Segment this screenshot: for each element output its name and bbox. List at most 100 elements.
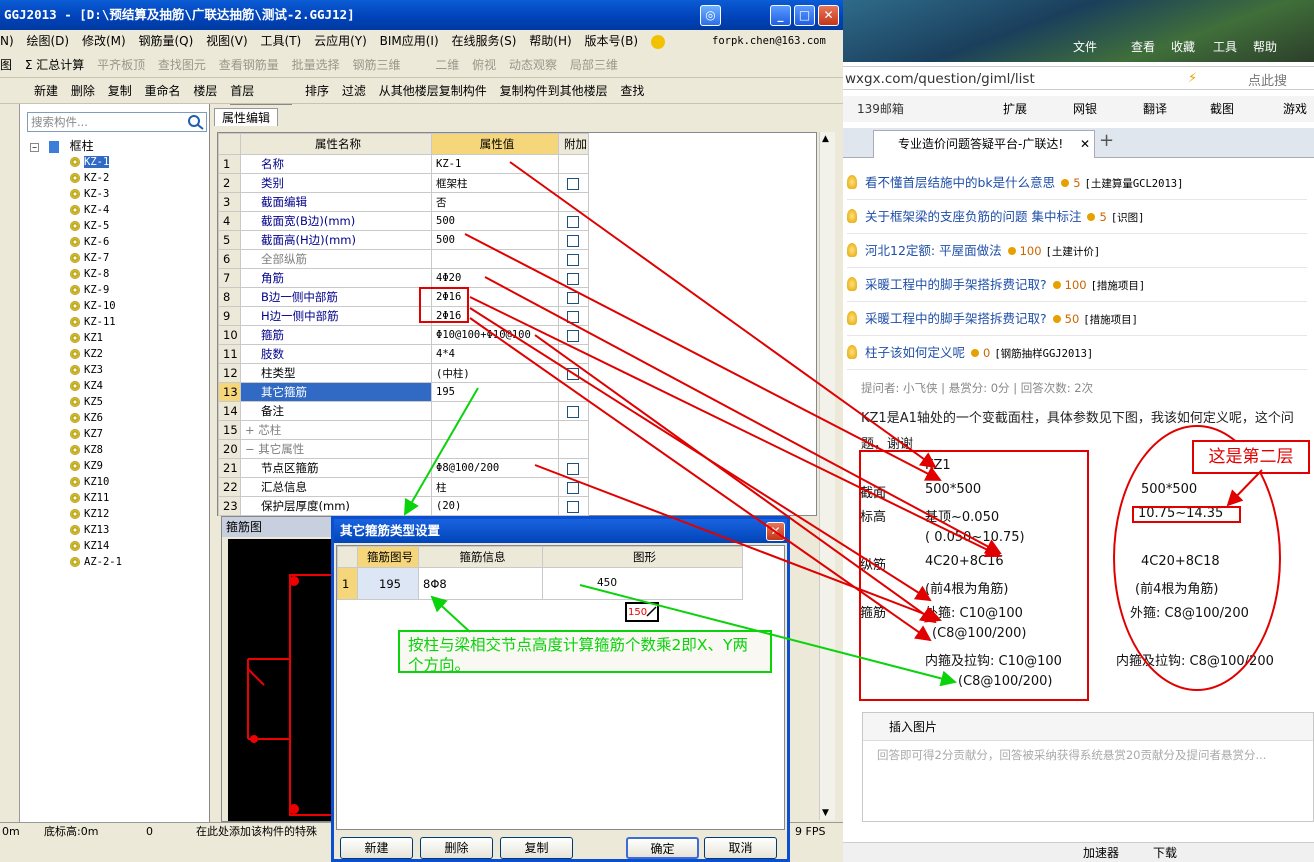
- answer-editor[interactable]: 插入图片 回答即可得2分贡献分，回答被采纳获得系统悬赏20贡献分及提问者悬赏分.…: [862, 712, 1314, 822]
- scroll-down-icon[interactable]: ▼: [822, 808, 829, 818]
- tree-item[interactable]: KZ-5: [30, 218, 208, 234]
- menu-cloud[interactable]: 云应用(Y): [314, 34, 367, 48]
- view-rebar-qty-button[interactable]: 查看钢筋量: [219, 58, 279, 72]
- menu-rebar[interactable]: 钢筋量(Q): [138, 34, 193, 48]
- bm-ext[interactable]: 扩展: [1003, 96, 1027, 122]
- address-bar[interactable]: wxgx.com/question/giml/list ⚡ 点此搜: [843, 66, 1314, 90]
- minimize-button[interactable]: _: [770, 5, 791, 26]
- menu-tools[interactable]: 工具(T): [261, 34, 302, 48]
- question-item[interactable]: 关于框架梁的支座负筋的问题 集中标注 5 [识图]: [847, 200, 1307, 234]
- property-value[interactable]: KZ-1: [431, 154, 559, 174]
- tree-item[interactable]: KZ12: [30, 506, 208, 522]
- tab-property-edit[interactable]: 属性编辑: [214, 108, 278, 126]
- rebar-3d-button[interactable]: 钢筋三维: [352, 58, 400, 72]
- menu-help[interactable]: 帮助(H): [529, 34, 571, 48]
- property-row[interactable]: 1 名称 KZ-1: [218, 154, 589, 174]
- extra-checkbox[interactable]: [567, 329, 579, 342]
- property-value[interactable]: [431, 439, 559, 459]
- property-row[interactable]: 15 + 芯柱: [218, 420, 589, 440]
- property-row[interactable]: 7 角筋 4Φ20: [218, 268, 589, 288]
- accelerator-button[interactable]: 加速器: [1083, 843, 1119, 862]
- property-value[interactable]: [431, 249, 559, 269]
- property-row[interactable]: 5 截面高(H边)(mm) 500: [218, 230, 589, 250]
- extra-checkbox[interactable]: [567, 253, 579, 266]
- property-row[interactable]: 11 肢数 4*4: [218, 344, 589, 364]
- help-icon[interactable]: ◎: [700, 5, 721, 26]
- menu-file[interactable]: N): [0, 34, 14, 48]
- tree-item[interactable]: KZ7: [30, 426, 208, 442]
- property-value[interactable]: 框架柱: [431, 173, 559, 193]
- align-slab-top-button[interactable]: 平齐板顶: [97, 58, 145, 72]
- search-engine-select[interactable]: 点此搜: [1248, 70, 1287, 89]
- menu-online[interactable]: 在线服务(S): [451, 34, 516, 48]
- tree-root[interactable]: − 框柱: [30, 138, 208, 154]
- extra-checkbox[interactable]: [567, 310, 579, 323]
- property-row[interactable]: 10 箍筋 Φ10@100+Φ10@100: [218, 325, 589, 345]
- tree-item[interactable]: KZ6: [30, 410, 208, 426]
- copy-to-floor-button[interactable]: 复制构件到其他楼层: [500, 84, 608, 98]
- question-item[interactable]: 看不懂首层结施中的bk是什么意思 5 [土建算量GCL2013]: [847, 166, 1307, 200]
- b-menu-help[interactable]: 帮助: [1253, 36, 1277, 58]
- question-link[interactable]: 看不懂首层结施中的bk是什么意思: [865, 175, 1055, 190]
- property-row[interactable]: 2 类别 框架柱: [218, 173, 589, 193]
- property-row[interactable]: 4 截面宽(B边)(mm) 500: [218, 211, 589, 231]
- property-row[interactable]: 9 H边一侧中部筋 2Φ16: [218, 306, 589, 326]
- extra-checkbox[interactable]: [567, 462, 579, 475]
- question-link[interactable]: 关于框架梁的支座负筋的问题 集中标注: [865, 209, 1081, 224]
- tree-item[interactable]: KZ4: [30, 378, 208, 394]
- property-value[interactable]: 195: [431, 382, 559, 402]
- tree-item[interactable]: KZ10: [30, 474, 208, 490]
- bm-mail[interactable]: 139邮箱: [857, 96, 904, 122]
- bm-bank[interactable]: 网银: [1073, 96, 1097, 122]
- property-row[interactable]: 22 汇总信息柱: [218, 477, 589, 497]
- dlg-delete-button[interactable]: 删除: [420, 837, 493, 859]
- property-row[interactable]: 6 全部纵筋: [218, 249, 589, 269]
- dlg-cell-shape[interactable]: 450: [542, 567, 743, 600]
- b-menu-tools[interactable]: 工具: [1213, 36, 1237, 58]
- filter-button[interactable]: 过滤: [342, 84, 366, 98]
- new-tab-button[interactable]: +: [1099, 130, 1114, 151]
- tree-item[interactable]: KZ-7: [30, 250, 208, 266]
- find-button[interactable]: 查找: [620, 84, 644, 98]
- property-row[interactable]: 23 保护层厚度(mm) (20): [218, 496, 589, 516]
- b-menu-file[interactable]: 文件: [1073, 36, 1097, 58]
- tree-item[interactable]: KZ-8: [30, 266, 208, 282]
- tree-item[interactable]: KZ2: [30, 346, 208, 362]
- collapse-icon[interactable]: −: [30, 143, 39, 152]
- tree-item[interactable]: KZ1: [30, 330, 208, 346]
- extra-checkbox[interactable]: [567, 272, 579, 285]
- property-value[interactable]: [431, 401, 559, 421]
- bm-translate[interactable]: 翻译: [1143, 96, 1167, 122]
- menu-version[interactable]: 版本号(B): [584, 34, 638, 48]
- dialog-close-button[interactable]: ✕: [766, 522, 785, 541]
- dlg-ok-button[interactable]: 确定: [626, 837, 699, 859]
- b-menu-view[interactable]: 查看: [1131, 36, 1155, 58]
- maximize-button[interactable]: □: [794, 5, 815, 26]
- tree-item[interactable]: KZ-6: [30, 234, 208, 250]
- extra-checkbox[interactable]: [567, 367, 579, 380]
- tree-item[interactable]: KZ14: [30, 538, 208, 554]
- property-value[interactable]: 500: [431, 211, 559, 231]
- tree-item[interactable]: KZ-2: [30, 170, 208, 186]
- property-row[interactable]: 8 B边一侧中部筋 2Φ16: [218, 287, 589, 307]
- property-row[interactable]: 12 柱类型 (中柱): [218, 363, 589, 383]
- tree-item[interactable]: KZ11: [30, 490, 208, 506]
- copy-component-button[interactable]: 复制: [108, 84, 132, 98]
- tb-draw[interactable]: 图: [0, 58, 12, 72]
- vertical-scrollbar[interactable]: ▲ ▼: [819, 132, 835, 820]
- local-3d-button[interactable]: 局部三维: [570, 58, 618, 72]
- property-value[interactable]: Φ10@100+Φ10@100: [431, 325, 559, 345]
- copy-from-floor-button[interactable]: 从其他楼层复制构件: [379, 84, 487, 98]
- lightning-icon[interactable]: ⚡: [1188, 71, 1197, 86]
- question-link[interactable]: 采暖工程中的脚手架搭拆费记取?: [865, 311, 1047, 326]
- property-value[interactable]: 否: [431, 192, 559, 212]
- property-value[interactable]: 4Φ20: [431, 268, 559, 288]
- close-button[interactable]: ✕: [818, 5, 839, 26]
- bm-games[interactable]: 游戏: [1283, 96, 1307, 122]
- question-link[interactable]: 采暖工程中的脚手架搭拆费记取?: [865, 277, 1047, 292]
- bm-screenshot[interactable]: 截图: [1210, 96, 1234, 122]
- property-value[interactable]: 500: [431, 230, 559, 250]
- tree-item[interactable]: AZ-2-1: [30, 554, 208, 570]
- editor-placeholder[interactable]: 回答即可得2分贡献分，回答被采纳获得系统悬赏20贡献分及提问者悬赏分...: [877, 747, 1266, 763]
- find-element-button[interactable]: 查找图元: [158, 58, 206, 72]
